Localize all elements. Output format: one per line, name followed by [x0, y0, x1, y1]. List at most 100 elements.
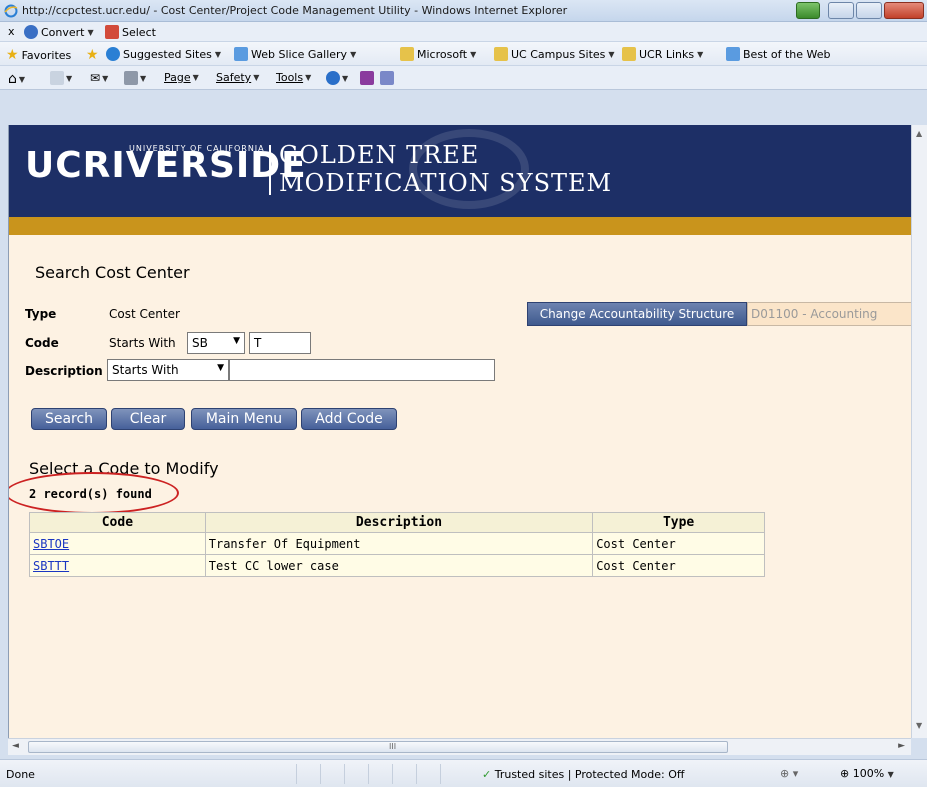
safety-menu-label: Safety [216, 71, 252, 84]
code-cell[interactable]: SBTTT [29, 554, 206, 577]
code-link[interactable]: SBTOE [33, 537, 69, 551]
description-mode-select[interactable]: Starts With ▼ [107, 359, 229, 381]
ie-page-icon [234, 47, 248, 61]
scroll-down-icon[interactable]: ▼ [916, 721, 922, 730]
fav-best-of-the-web[interactable]: Best of the Web [726, 47, 830, 61]
code-cell[interactable]: SBTOE [29, 532, 206, 555]
scroll-up-icon[interactable]: ▲ [916, 129, 922, 138]
fav-microsoft[interactable]: Microsoft ▼ [400, 47, 476, 61]
favorites-bar: ★ Favorites ★ Suggested Sites ▼ Web Slic… [0, 42, 927, 66]
convert-label: Convert [41, 25, 85, 39]
column-header-type: Type [592, 512, 765, 533]
fav-suggested-sites[interactable]: Suggested Sites ▼ [106, 47, 221, 61]
fav-web-slice-gallery[interactable]: Web Slice Gallery ▼ [234, 47, 356, 61]
type-cell: Cost Center [592, 532, 765, 555]
vertical-scrollbar[interactable]: ▲ ▼ [911, 125, 927, 738]
description-input[interactable] [229, 359, 495, 381]
add-favorites-icon[interactable]: ★ [86, 47, 99, 63]
close-button[interactable] [884, 2, 924, 19]
highlight-oval [9, 472, 179, 514]
description-cell: Test CC lower case [204, 554, 594, 577]
zone-settings-icon[interactable]: ⊕ ▾ [780, 767, 798, 780]
status-bar: Done ✓ Trusted sites | Protected Mode: O… [0, 759, 927, 787]
fav-uc-campus-sites[interactable]: UC Campus Sites ▼ [494, 47, 615, 61]
folder-icon [494, 47, 508, 61]
feeds-icon[interactable]: ▼ [50, 71, 72, 85]
description-label: Description [25, 364, 103, 378]
scrollbar-thumb[interactable]: III [28, 741, 728, 753]
code-label: Code [25, 336, 59, 350]
code-input[interactable]: T [249, 332, 311, 354]
main-menu-button[interactable]: Main Menu [191, 408, 297, 430]
favorites-label: Favorites [21, 48, 72, 62]
app-title-line1: GOLDEN TREE [279, 141, 480, 169]
onenote-icon[interactable] [360, 71, 374, 85]
blog-icon[interactable] [380, 71, 394, 85]
ucr-banner: UCRIVERSIDE UNIVERSITY OF CALIFORNIA GOL… [9, 125, 911, 217]
page-menu[interactable]: Page ▼ [164, 71, 199, 84]
favorites-button[interactable]: ★ Favorites [6, 47, 71, 63]
gold-strip [9, 217, 911, 235]
app-title-line2: MODIFICATION SYSTEM [279, 169, 613, 197]
page-content: UCRIVERSIDE UNIVERSITY OF CALIFORNIA GOL… [8, 125, 911, 738]
folder-icon [400, 47, 414, 61]
column-header-code: Code [29, 512, 206, 533]
type-cell: Cost Center [592, 554, 765, 577]
change-accountability-button[interactable]: Change Accountability Structure [527, 302, 747, 326]
results-table: Code Description Type SBTOE Transfer Of … [29, 512, 765, 577]
select-label: Select [122, 25, 156, 39]
code-prefix-select[interactable]: SB ▼ [187, 332, 245, 354]
help-icon[interactable]: ▼ [326, 71, 348, 85]
accountability-field: D01100 - Accounting [747, 302, 911, 326]
zoom-control[interactable]: ⊕ 100% ▼ [840, 767, 894, 780]
table-header-row: Code Description Type [29, 512, 765, 533]
description-cell: Transfer Of Equipment [204, 532, 594, 555]
tools-menu[interactable]: Tools ▼ [276, 71, 311, 84]
code-prefix-value: SB [192, 336, 208, 350]
fav-label: Microsoft [417, 47, 468, 61]
security-zone-label: Trusted sites | Protected Mode: Off [494, 768, 685, 781]
select-icon [105, 25, 119, 39]
compat-view-icon[interactable] [796, 2, 820, 19]
page-menu-label: Page [164, 71, 191, 84]
folder-icon [622, 47, 636, 61]
chevron-down-icon: ▼ [87, 27, 94, 37]
close-bar-icon[interactable]: x [8, 25, 15, 38]
type-value: Cost Center [109, 307, 180, 321]
add-code-button[interactable]: Add Code [301, 408, 397, 430]
code-mode-label: Starts With [109, 336, 176, 350]
clear-button[interactable]: Clear [111, 408, 185, 430]
university-label: UNIVERSITY OF CALIFORNIA [129, 144, 265, 153]
ie-page-icon [106, 47, 120, 61]
ie-page-icon [726, 47, 740, 61]
horizontal-scrollbar[interactable]: ◄ III ► [8, 738, 911, 755]
table-row: SBTOE Transfer Of Equipment Cost Center [29, 532, 765, 555]
window-title: http://ccpctest.ucr.edu/ - Cost Center/P… [22, 4, 568, 17]
select-button[interactable]: Select [105, 25, 156, 39]
chevron-down-icon: ▼ [217, 363, 224, 373]
print-icon[interactable]: ▼ [124, 71, 146, 85]
table-row: SBTTT Test CC lower case Cost Center [29, 554, 765, 577]
type-label: Type [25, 307, 57, 321]
scroll-right-icon[interactable]: ► [898, 741, 905, 751]
fav-ucr-links[interactable]: UCR Links ▼ [622, 47, 703, 61]
fav-label: Suggested Sites [123, 47, 212, 61]
code-link[interactable]: SBTTT [33, 559, 69, 573]
scroll-left-icon[interactable]: ◄ [12, 741, 19, 751]
fav-label: Web Slice Gallery [251, 47, 348, 61]
search-button[interactable]: Search [31, 408, 107, 430]
minimize-button[interactable] [828, 2, 854, 19]
internet-explorer-icon [4, 4, 18, 18]
home-icon[interactable]: ⌂ ▼ [8, 71, 25, 87]
description-mode-value: Starts With [112, 363, 179, 377]
safety-menu[interactable]: Safety ▼ [216, 71, 259, 84]
tools-menu-label: Tools [276, 71, 304, 84]
window-title-bar: http://ccpctest.ucr.edu/ - Cost Center/P… [0, 0, 927, 22]
status-cells [296, 764, 464, 784]
maximize-button[interactable] [856, 2, 882, 19]
scrollbar-grip: III [389, 742, 397, 751]
mail-icon[interactable]: ✉ ▼ [90, 71, 108, 85]
zoom-icon: ⊕ [840, 767, 850, 780]
convert-button[interactable]: Convert ▼ [24, 25, 94, 39]
zoom-level: 100% [852, 767, 885, 780]
